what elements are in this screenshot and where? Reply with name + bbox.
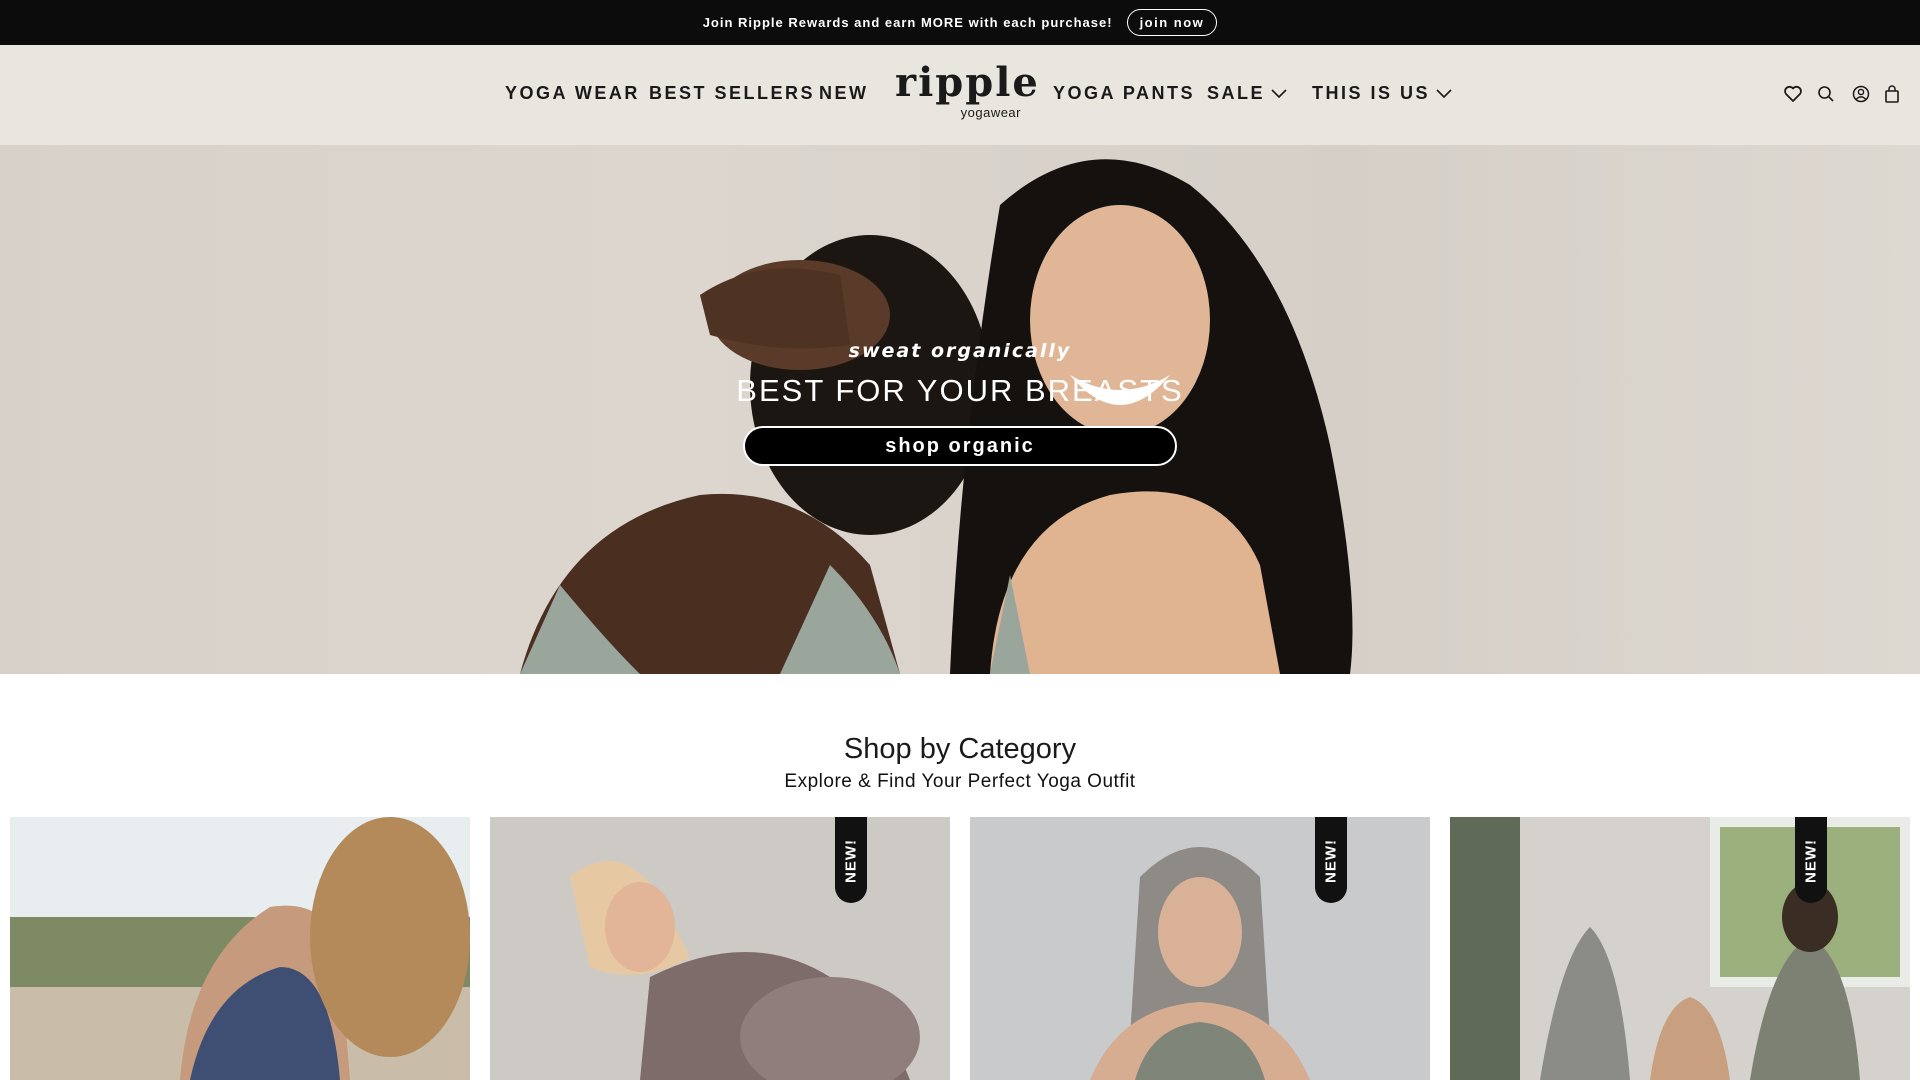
category-image [970, 817, 1430, 1080]
hero-tagline: sweat organically [848, 340, 1072, 362]
nav-label: NEW [819, 83, 869, 103]
account-icon[interactable] [1851, 84, 1871, 104]
announcement-text: Join Ripple Rewards and earn MORE with e… [702, 15, 1113, 30]
site-logo[interactable]: ripple yogawear [895, 59, 1040, 125]
section-title: Shop by Category [843, 733, 1077, 765]
chevron-down-icon [1436, 88, 1452, 98]
heart-icon[interactable] [1783, 84, 1803, 104]
hero-banner: sweat organically BEST FOR YOUR BREASTS … [0, 145, 1920, 674]
category-image [490, 817, 950, 1080]
hero-image [520, 159, 1353, 674]
new-badge-label: NEW! [1322, 839, 1340, 883]
section-subtitle: Explore & Find Your Perfect Yoga Outfit [784, 771, 1136, 792]
site-header: YOGA WEAR BEST SELLERS NEW ripple yogawe… [0, 45, 1920, 145]
nav-this-is-us[interactable]: THIS IS US [1312, 83, 1452, 104]
nav-sale[interactable]: SALE [1207, 83, 1287, 104]
new-badge-label: NEW! [1802, 839, 1820, 883]
nav-label: THIS IS US [1312, 83, 1431, 103]
nav-label: YOGA PANTS [1053, 83, 1196, 103]
join-now-button[interactable]: join now [1126, 9, 1218, 36]
hero-title: BEST FOR YOUR BREASTS [736, 373, 1184, 408]
bag-icon[interactable] [1882, 84, 1902, 104]
new-badge: NEW! [1315, 817, 1347, 903]
nav-label: YOGA WEAR [505, 83, 640, 103]
logo-wordmark: ripple [895, 59, 1040, 106]
category-card[interactable]: NEW! [490, 817, 950, 1080]
new-badge: NEW! [835, 817, 867, 903]
category-card[interactable]: NEW! [970, 817, 1430, 1080]
search-icon[interactable] [1816, 84, 1836, 104]
nav-label: SALE [1207, 83, 1266, 103]
nav-yoga-wear[interactable]: YOGA WEAR [505, 83, 640, 104]
nav-label: BEST SELLERS [649, 83, 816, 103]
category-card[interactable]: NEW! [1450, 817, 1910, 1080]
new-badge-label: NEW! [842, 839, 860, 883]
chevron-down-icon [1271, 88, 1287, 98]
category-image [10, 817, 470, 1080]
category-card[interactable] [10, 817, 470, 1080]
logo-subtitle: yogawear [960, 105, 1021, 120]
announcement-bar: Join Ripple Rewards and earn MORE with e… [0, 0, 1920, 45]
nav-best-sellers[interactable]: BEST SELLERS [649, 83, 815, 104]
new-badge: NEW! [1795, 817, 1827, 903]
nav-new[interactable]: NEW [819, 83, 869, 104]
shop-organic-button[interactable]: shop organic [743, 426, 1177, 466]
nav-yoga-pants[interactable]: YOGA PANTS [1053, 83, 1195, 104]
category-image [1450, 817, 1910, 1080]
